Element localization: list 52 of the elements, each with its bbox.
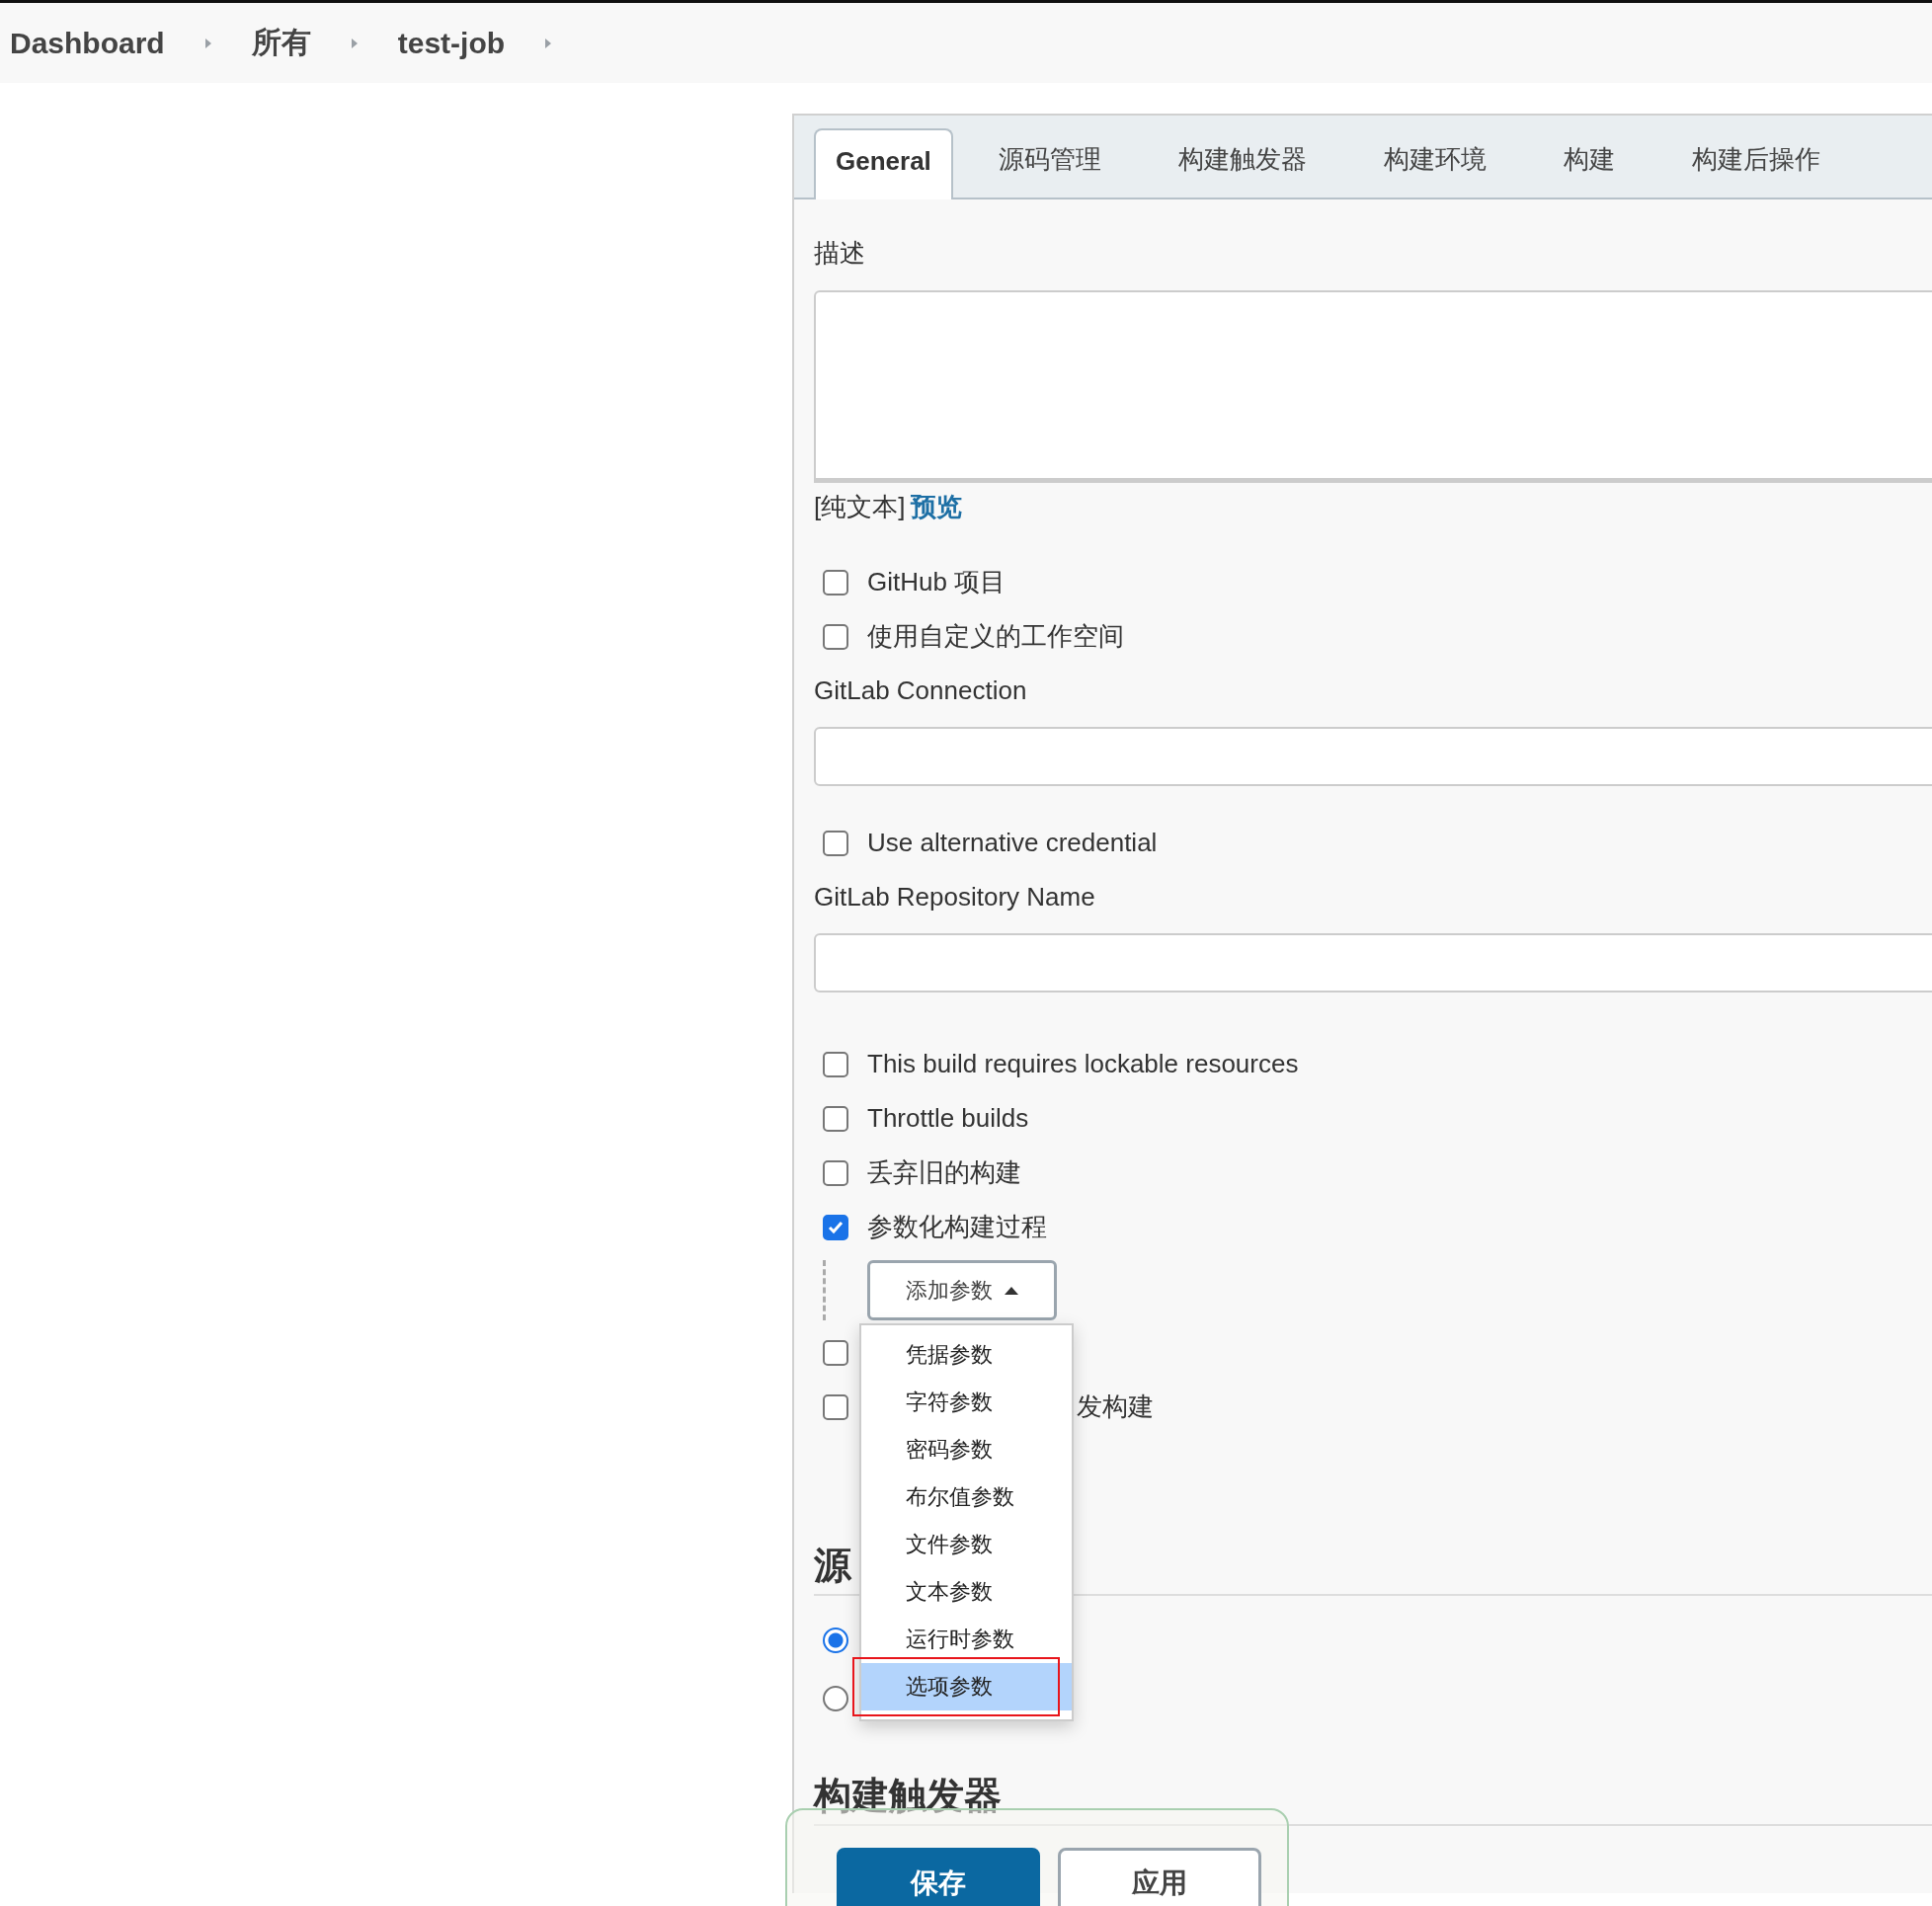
- chevron-icon: [544, 37, 553, 49]
- tab[interactable]: 构建环境: [1351, 128, 1518, 198]
- tab[interactable]: 构建触发器: [1146, 128, 1338, 198]
- checkbox-label: 丢弃旧的构建: [867, 1156, 1021, 1189]
- field-label: GitLab Repository Name: [814, 881, 1096, 913]
- checkbox[interactable]: [823, 569, 848, 596]
- checkbox-label: Throttle builds: [867, 1103, 1029, 1134]
- checkbox-label: Use alternative credential: [867, 828, 1158, 858]
- tab[interactable]: General: [814, 128, 953, 199]
- checkbox[interactable]: [823, 1105, 848, 1132]
- menu-item[interactable]: 选项参数: [861, 1663, 1072, 1710]
- tab[interactable]: 构建: [1531, 128, 1647, 198]
- checkbox[interactable]: [823, 623, 848, 650]
- preview-link[interactable]: 预览: [911, 491, 963, 522]
- breadcrumb-link[interactable]: Dashboard: [10, 26, 165, 60]
- checkbox[interactable]: [823, 830, 848, 856]
- menu-item[interactable]: 字符参数: [861, 1379, 1072, 1426]
- tab[interactable]: 源码管理: [966, 128, 1133, 198]
- menu-item[interactable]: 运行时参数: [861, 1616, 1072, 1663]
- checkbox[interactable]: [823, 1393, 848, 1420]
- checkbox-label: 使用自定义的工作空间: [867, 620, 1124, 653]
- radio-button[interactable]: [823, 1628, 848, 1653]
- text-input[interactable]: [814, 933, 1932, 993]
- menu-item[interactable]: 布尔值参数: [861, 1473, 1072, 1521]
- menu-item[interactable]: 密码参数: [861, 1426, 1072, 1473]
- checkbox-label: 参数化构建过程: [867, 1211, 1047, 1243]
- checkbox[interactable]: [823, 1214, 848, 1240]
- add-parameter-button[interactable]: 添加参数: [867, 1260, 1057, 1320]
- checkbox[interactable]: [823, 1159, 848, 1186]
- caret-icon: [1005, 1286, 1018, 1295]
- radio-button[interactable]: [823, 1686, 848, 1711]
- chevron-icon: [203, 37, 212, 49]
- text-input[interactable]: [814, 727, 1932, 786]
- menu-item[interactable]: 文件参数: [861, 1521, 1072, 1568]
- breadcrumb-link[interactable]: 所有: [251, 23, 311, 63]
- field-label: 描述: [814, 237, 866, 269]
- section-heading: 源: [814, 1544, 851, 1588]
- checkbox-label: 发构建: [1077, 1390, 1154, 1423]
- format-note: [纯文本]: [814, 491, 906, 522]
- chevron-icon: [350, 37, 359, 49]
- checkmark-icon: [828, 1220, 844, 1234]
- checkbox-label: This build requires lockable resources: [867, 1049, 1299, 1079]
- footer-button[interactable]: 应用: [1058, 1848, 1261, 1906]
- checkbox[interactable]: [823, 1051, 848, 1077]
- breadcrumb-link[interactable]: test-job: [397, 26, 506, 60]
- menu-item[interactable]: 文本参数: [861, 1568, 1072, 1616]
- menu-item[interactable]: 凭据参数: [861, 1331, 1072, 1379]
- checkbox-label: GitHub 项目: [867, 566, 1006, 598]
- field-label: GitLab Connection: [814, 675, 1028, 707]
- checkbox[interactable]: [823, 1339, 848, 1366]
- footer-button[interactable]: 保存: [837, 1848, 1040, 1906]
- tab[interactable]: 构建后操作: [1659, 128, 1852, 198]
